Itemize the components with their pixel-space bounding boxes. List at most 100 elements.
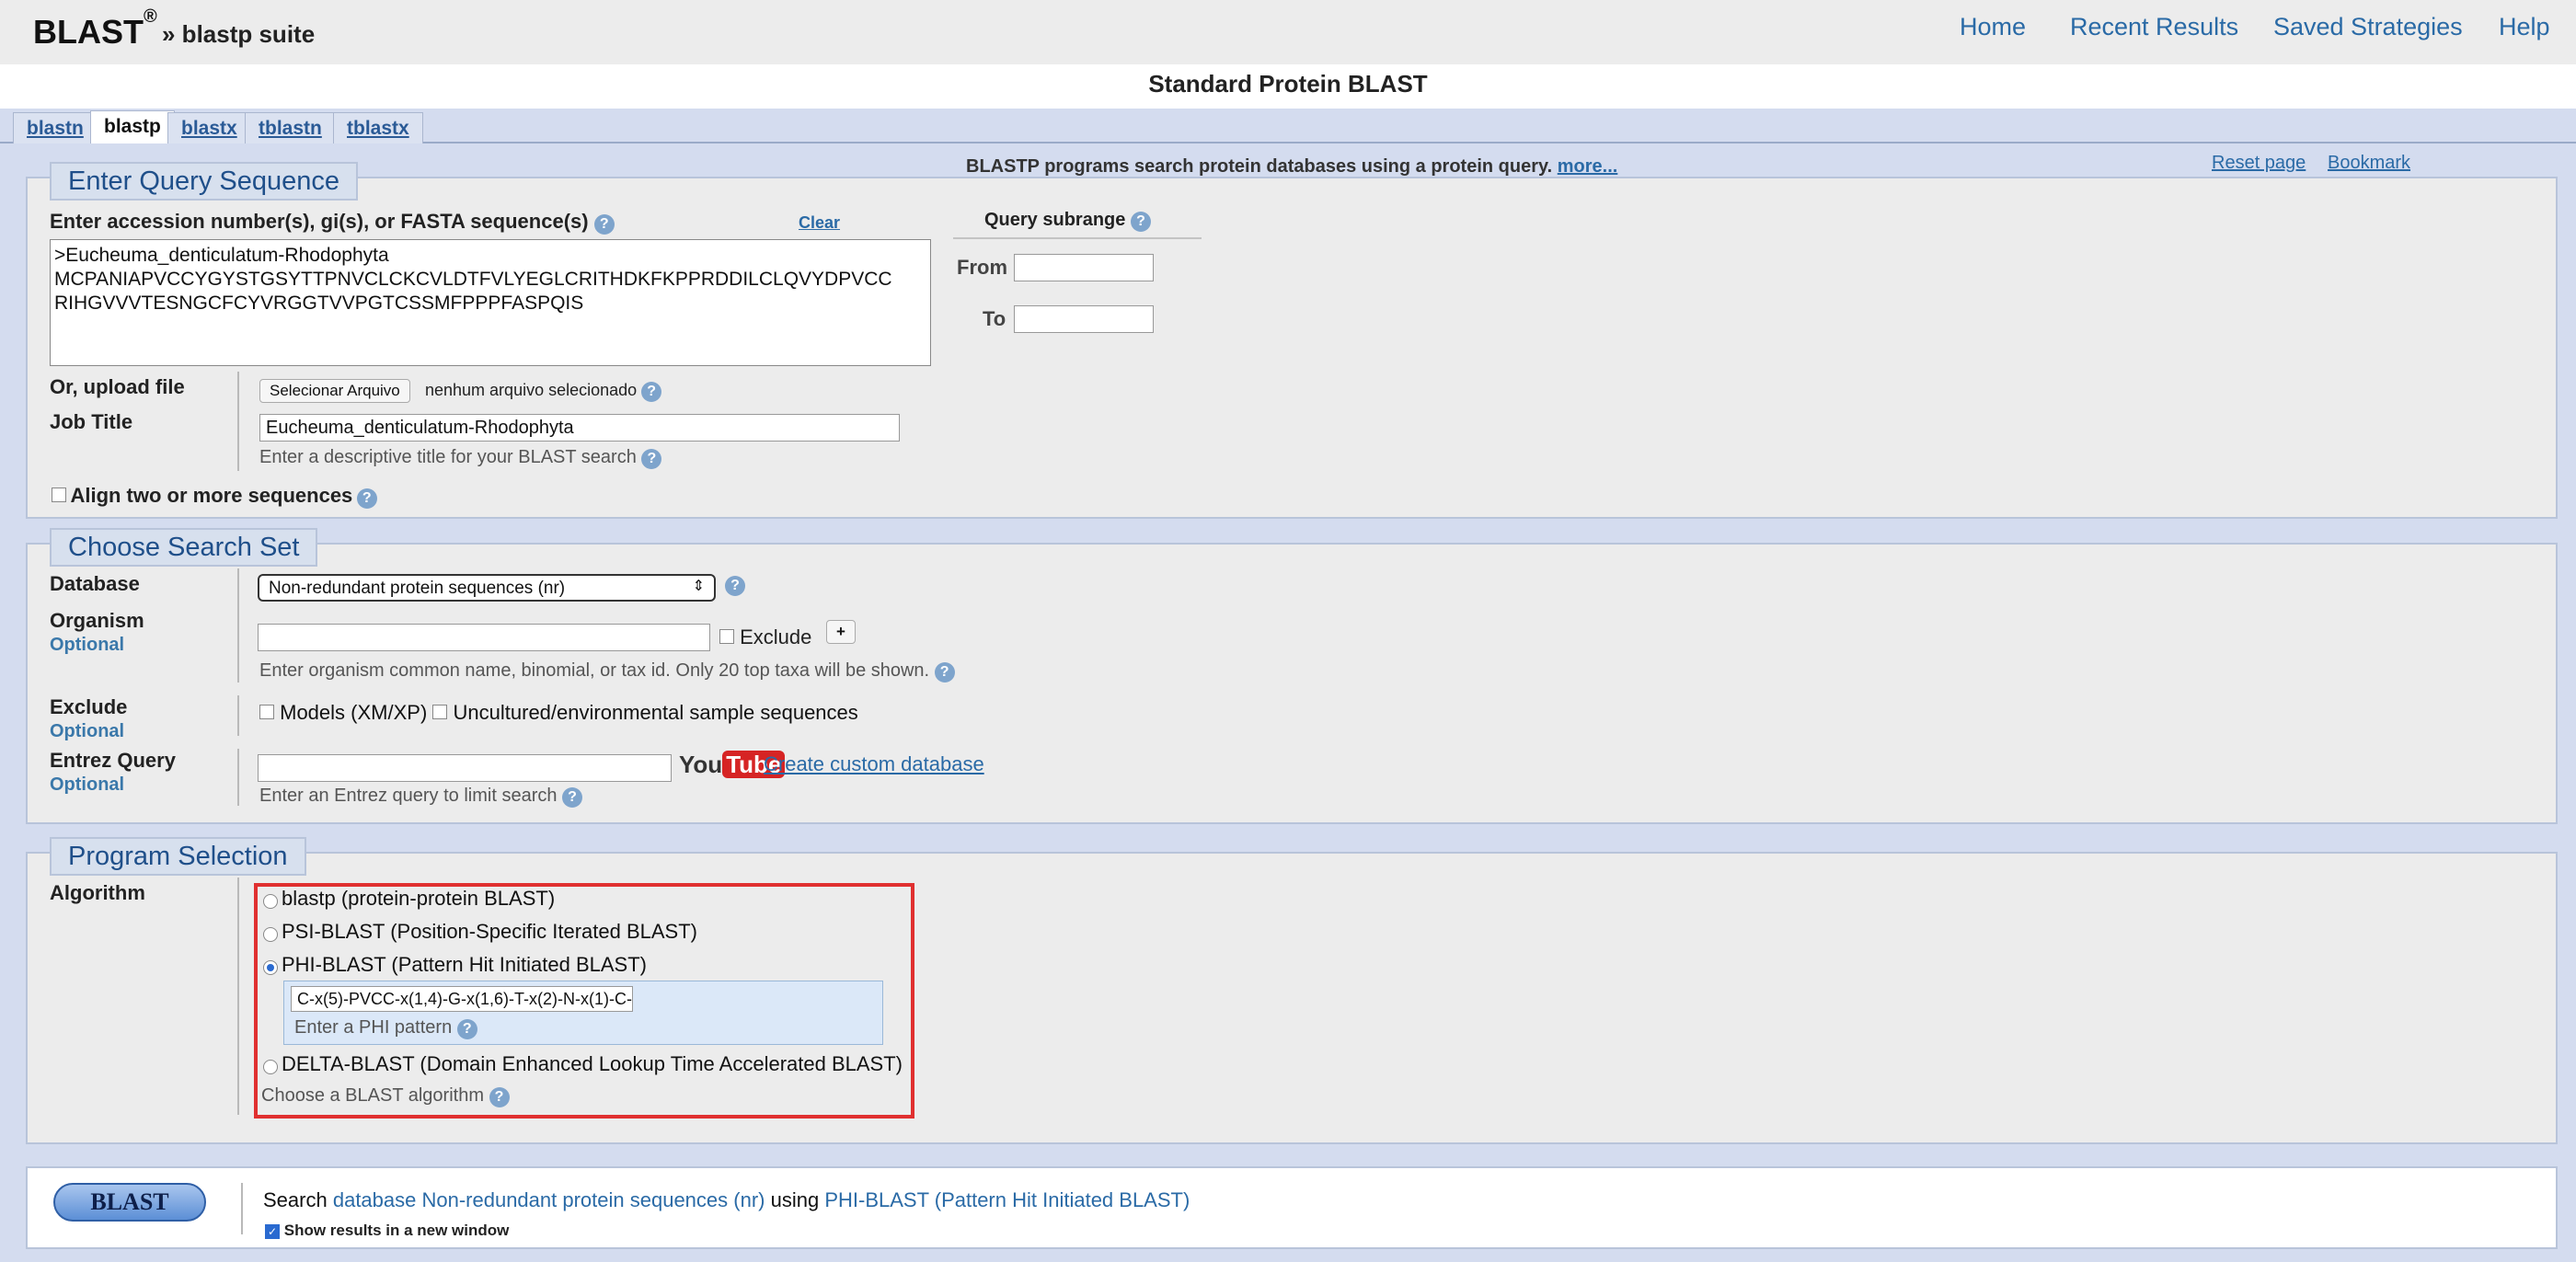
- upload-file-button[interactable]: Selecionar Arquivo: [259, 379, 410, 403]
- database-label: Database: [50, 572, 140, 595]
- bookmark-link[interactable]: Bookmark: [2328, 153, 2410, 174]
- search-set-legend: Choose Search Set: [50, 528, 318, 567]
- create-custom-database-link[interactable]: Create custom database: [764, 752, 984, 776]
- entrez-optional: Optional: [50, 774, 125, 795]
- page-title: Standard Protein BLAST: [1148, 70, 1428, 98]
- help-icon[interactable]: ?: [1130, 212, 1151, 232]
- job-title-hint: Enter a descriptive title for your BLAST…: [259, 447, 662, 469]
- from-input[interactable]: [1014, 254, 1154, 281]
- organism-exclude: Exclude: [719, 625, 811, 649]
- updown-arrow-icon: ⇕: [692, 579, 705, 594]
- help-icon[interactable]: ?: [641, 382, 662, 402]
- algo-psi-blast-label[interactable]: PSI-BLAST (Position-Specific Iterated BL…: [282, 920, 697, 944]
- job-title-label: Job Title: [50, 410, 133, 433]
- add-organism-button[interactable]: +: [826, 620, 856, 644]
- entrez-hint: Enter an Entrez query to limit search ?: [259, 786, 583, 808]
- row-divider: [237, 749, 239, 806]
- algorithm-label: Algorithm: [50, 881, 145, 904]
- exclude-uncultured-label: Uncultured/environmental sample sequence…: [453, 701, 858, 724]
- nav-help[interactable]: Help: [2499, 13, 2550, 41]
- nav-saved-strategies[interactable]: Saved Strategies: [2273, 13, 2463, 41]
- organism-optional: Optional: [50, 635, 125, 655]
- radio-delta-blast[interactable]: [263, 1060, 278, 1074]
- organism-hint: Enter organism common name, binomial, or…: [259, 660, 955, 683]
- upload-label: Or, upload file: [50, 375, 185, 398]
- tab-blastx[interactable]: blastx: [167, 112, 251, 143]
- new-window-row: ✓ Show results in a new window: [265, 1222, 509, 1240]
- info-description: BLASTP programs search protein databases…: [966, 156, 1553, 177]
- tab-blastp[interactable]: blastp: [90, 110, 175, 143]
- algo-delta-blast-label[interactable]: DELTA-BLAST (Domain Enhanced Lookup Time…: [282, 1052, 903, 1076]
- help-icon[interactable]: ?: [356, 488, 377, 509]
- new-window-label: Show results in a new window: [283, 1222, 510, 1239]
- database-select[interactable]: Non-redundant protein sequences (nr) ⇕: [258, 574, 716, 602]
- entrez-label: Entrez Query: [50, 749, 176, 772]
- help-icon[interactable]: ?: [593, 214, 615, 235]
- query-label: Enter accession number(s), gi(s), or FAS…: [50, 210, 615, 235]
- sequence-line: MCPANIAPVCCYGYSTGSYTTPNVCLCKCVLDTFVLYEGL…: [54, 269, 892, 290]
- submit-summary: Search database Non-redundant protein se…: [263, 1188, 1190, 1211]
- exclude-models-label: Models (XM/XP): [280, 701, 428, 724]
- submit-algorithm: PHI-BLAST (Pattern Hit Initiated BLAST): [824, 1188, 1190, 1211]
- row-divider: [237, 695, 239, 736]
- blast-submit-button[interactable]: BLAST: [53, 1183, 206, 1222]
- nav-recent-results[interactable]: Recent Results: [2070, 13, 2238, 41]
- tab-tblastn[interactable]: tblastn: [245, 112, 336, 143]
- reset-page-link[interactable]: Reset page: [2212, 153, 2306, 174]
- help-icon[interactable]: ?: [934, 662, 955, 683]
- submit-divider: [241, 1183, 243, 1234]
- row-divider: [237, 568, 239, 683]
- to-input[interactable]: [1014, 305, 1154, 333]
- align-row: Align two or more sequences ?: [52, 484, 377, 509]
- exclude-uncultured-checkbox[interactable]: [432, 705, 448, 719]
- help-icon[interactable]: ?: [562, 787, 583, 808]
- exclude-models-checkbox[interactable]: [259, 705, 274, 719]
- radio-psi-blast[interactable]: [263, 927, 278, 942]
- tab-tblastx[interactable]: tblastx: [333, 112, 423, 143]
- query-legend: Enter Query Sequence: [50, 162, 359, 201]
- align-checkbox[interactable]: [52, 488, 66, 502]
- help-icon[interactable]: ?: [725, 576, 745, 596]
- new-window-checkbox[interactable]: ✓: [265, 1224, 280, 1239]
- exclude-options: Models (XM/XP) Uncultured/environmental …: [259, 701, 858, 725]
- subrange-title: Query subrange ?: [984, 210, 1151, 232]
- more-link[interactable]: more...: [1558, 156, 1618, 177]
- organism-input[interactable]: [258, 624, 710, 651]
- sequence-line: RIHGVVVTESNGCFCYVRGGTVVPGTCSSMFPPPFASPQI…: [54, 293, 584, 314]
- from-label: From: [957, 256, 1007, 279]
- tab-blastn[interactable]: blastn: [13, 112, 98, 143]
- database-select-value: Non-redundant protein sequences (nr): [269, 579, 566, 598]
- phi-pattern-input[interactable]: C-x(5)-PVCC-x(1,4)-G-x(1,6)-T-x(2)-N-x(1…: [291, 986, 633, 1012]
- radio-blastp[interactable]: [263, 894, 278, 909]
- organism-label: Organism: [50, 609, 144, 632]
- organism-exclude-checkbox[interactable]: [719, 629, 734, 644]
- help-icon[interactable]: ?: [489, 1087, 510, 1107]
- sequence-line: >Eucheuma_denticulatum-Rhodophyta: [54, 245, 389, 266]
- phi-pattern-hint: Enter a PHI pattern ?: [294, 1017, 477, 1039]
- nav-home[interactable]: Home: [1960, 13, 2026, 41]
- query-sequence-textarea[interactable]: >Eucheuma_denticulatum-Rhodophyta MCPANI…: [50, 239, 931, 366]
- help-icon[interactable]: ?: [456, 1019, 477, 1039]
- submit-database: database Non-redundant protein sequences…: [332, 1188, 765, 1211]
- align-label: Align two or more sequences: [70, 484, 353, 507]
- row-divider: [237, 878, 239, 1115]
- radio-phi-blast[interactable]: [263, 960, 278, 975]
- algo-phi-blast-label[interactable]: PHI-BLAST (Pattern Hit Initiated BLAST): [282, 953, 647, 977]
- choose-algorithm-hint: Choose a BLAST algorithm ?: [261, 1085, 510, 1107]
- clear-link[interactable]: Clear: [799, 213, 840, 233]
- exclude-optional: Optional: [50, 721, 125, 741]
- to-label: To: [983, 307, 1006, 330]
- job-title-input[interactable]: Eucheuma_denticulatum-Rhodophyta: [259, 414, 900, 442]
- suite-name: » blastp suite: [162, 20, 316, 48]
- blast-logo[interactable]: BLAST®: [33, 6, 157, 52]
- program-legend: Program Selection: [50, 837, 306, 876]
- upload-status: nenhum arquivo selecionado ?: [425, 381, 662, 402]
- exclude-label: Exclude: [50, 695, 128, 718]
- organism-exclude-label: Exclude: [740, 625, 812, 648]
- subrange-divider: [953, 237, 1202, 239]
- algo-blastp-label[interactable]: blastp (protein-protein BLAST): [282, 887, 555, 911]
- help-icon[interactable]: ?: [641, 449, 662, 469]
- row-divider: [237, 372, 239, 471]
- info-text: BLASTP programs search protein databases…: [966, 156, 1617, 178]
- entrez-input[interactable]: [258, 754, 672, 782]
